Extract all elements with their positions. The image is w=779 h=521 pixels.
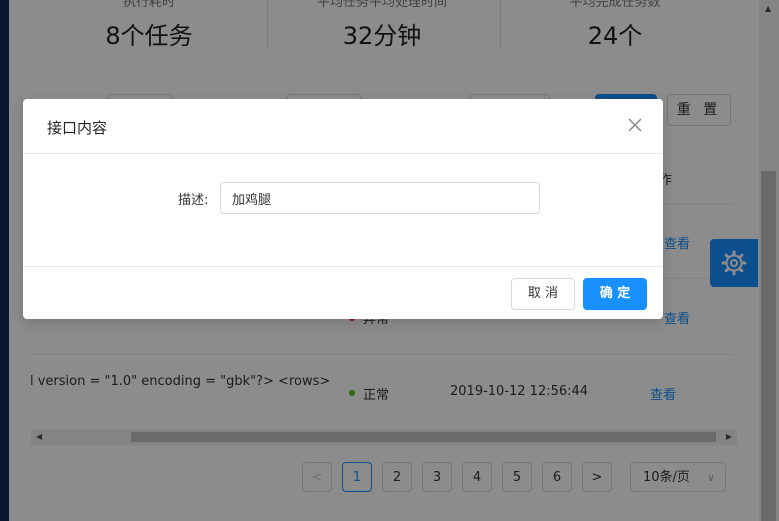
cancel-button[interactable]: 取 消	[511, 278, 575, 310]
close-icon	[628, 118, 642, 132]
modal-footer: 取 消 确 定	[23, 266, 663, 320]
description-input[interactable]	[220, 182, 540, 214]
modal-title: 接口内容	[47, 119, 108, 137]
confirm-button[interactable]: 确 定	[583, 278, 647, 310]
api-content-modal: 接口内容 描述: 取 消 确 定	[23, 99, 663, 319]
modal-close-button[interactable]	[623, 113, 647, 137]
description-label: 描述:	[178, 193, 209, 208]
modal-header: 接口内容	[23, 99, 663, 154]
